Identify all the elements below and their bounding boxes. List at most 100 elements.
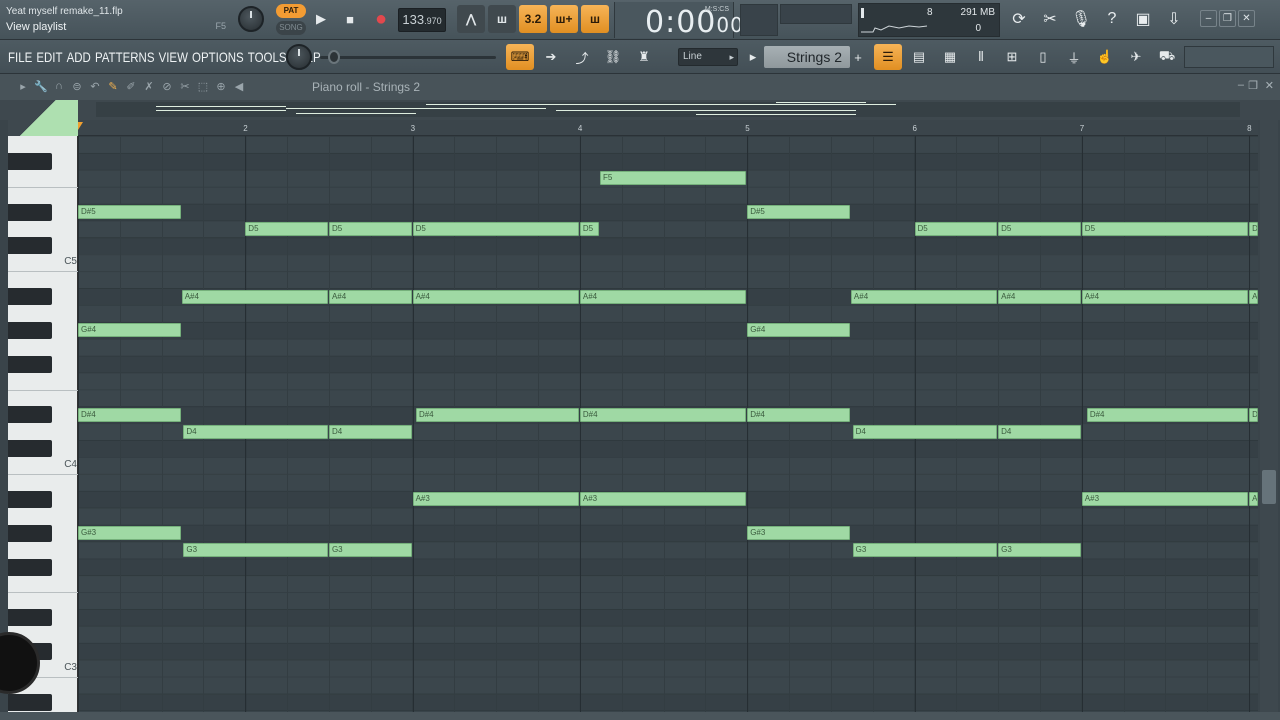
note-grid[interactable]: F5D#5D#5D5D5D5D5D5D5D5D5A#4A#4A#4A#4A#4A… (78, 136, 1258, 712)
black-key[interactable] (8, 609, 52, 627)
master-pitch-knob[interactable] (286, 44, 312, 70)
menu-item-file[interactable]: FILE (8, 49, 32, 65)
note[interactable]: D5 (998, 222, 1081, 236)
minimize-button[interactable]: – (1200, 10, 1217, 27)
note-overview[interactable] (96, 102, 1240, 117)
playhead-marker[interactable] (78, 122, 83, 130)
black-key[interactable] (8, 693, 52, 711)
record-button[interactable]: ● (368, 6, 394, 32)
menu-item-tools[interactable]: TOOLS (248, 49, 287, 65)
piano-roll-view-button[interactable]: ☰ (874, 44, 902, 70)
black-key[interactable] (8, 406, 52, 424)
position-slider-handle[interactable] (328, 50, 340, 64)
export-icon[interactable]: ⇩ (1161, 6, 1187, 32)
step-edit-button[interactable]: ш+ (550, 5, 578, 33)
time-display[interactable]: 0:0000 M:S:CS (614, 2, 743, 40)
note[interactable]: A#4 (850, 289, 998, 304)
snap-forward-button[interactable]: ➔ (537, 44, 565, 70)
black-key[interactable] (8, 558, 52, 576)
black-key[interactable] (8, 440, 52, 458)
metronome-button[interactable]: ⋀ (457, 5, 485, 33)
note[interactable]: A#4 (579, 289, 747, 304)
help-icon[interactable]: ? (1099, 6, 1125, 32)
note[interactable]: D4 (328, 424, 412, 439)
loop-record-button[interactable]: ш (581, 5, 609, 33)
pencil-icon[interactable]: ✎ (106, 80, 120, 93)
note[interactable]: D5 (412, 222, 579, 236)
note[interactable]: G#4 (78, 323, 181, 338)
pat-song-toggle[interactable]: PAT SONG (276, 4, 306, 35)
note[interactable]: A#4 (412, 289, 579, 304)
plugin-button[interactable]: ⏚ (1060, 44, 1088, 70)
vertical-scrollbar[interactable] (1260, 120, 1278, 712)
tutorial-button[interactable]: ✈ (1122, 44, 1150, 70)
wait-input-button[interactable]: ш (488, 5, 516, 33)
channel-selector[interactable]: Strings 2 (764, 46, 850, 68)
note[interactable]: A#4 (998, 289, 1081, 304)
project-button[interactable]: ▯ (1029, 44, 1057, 70)
wrench-icon[interactable]: 🔧 (34, 80, 48, 93)
cut-icon[interactable]: ✂ (1037, 6, 1063, 32)
menu-item-view[interactable]: VIEW (159, 49, 188, 65)
note[interactable]: D4 (998, 424, 1081, 439)
note[interactable]: G3 (183, 543, 328, 558)
note[interactable]: G#4 (747, 323, 850, 338)
note[interactable]: G3 (998, 543, 1081, 558)
note[interactable]: G3 (328, 543, 412, 558)
note[interactable]: D#4 (78, 407, 181, 422)
menu-item-patterns[interactable]: PATTERNS (95, 49, 155, 65)
note[interactable]: D5 (245, 222, 328, 236)
playback-icon[interactable]: ⊜ (70, 80, 84, 93)
position-slider[interactable] (320, 56, 496, 59)
pat-mode-button[interactable]: PAT (276, 4, 306, 18)
playlist-button[interactable]: ▦ (936, 44, 964, 70)
timeline-ruler[interactable]: 2 3 4 5 6 7 8 (78, 120, 1258, 136)
play-button[interactable]: ▶ (308, 6, 334, 32)
note[interactable]: D#4 (1086, 407, 1249, 422)
note[interactable]: D5 (328, 222, 412, 236)
restore-button[interactable]: ❐ (1219, 10, 1236, 27)
save-icon[interactable]: ▣ (1130, 6, 1156, 32)
note[interactable]: A#3 (579, 492, 747, 507)
note[interactable]: G3 (852, 543, 998, 558)
countdown-button[interactable]: 3.2 (519, 5, 547, 33)
channel-prev-button[interactable]: ▸ (744, 44, 762, 70)
panel-maximize-icon[interactable]: ❐ (1248, 79, 1258, 92)
black-key[interactable] (8, 288, 52, 306)
tempo-display[interactable]: 133.970 (398, 8, 446, 32)
note[interactable]: D5 (1081, 222, 1249, 236)
paint-icon[interactable]: ✐ (124, 80, 138, 93)
slide-button[interactable]: ⤴ (568, 44, 596, 70)
slice-icon[interactable]: ✂ (178, 80, 192, 93)
black-key[interactable] (8, 490, 52, 508)
close-button[interactable]: ✕ (1238, 10, 1255, 27)
note[interactable]: A#3 (1081, 492, 1249, 507)
mixer-button[interactable]: ⫴ (967, 44, 995, 70)
note[interactable]: D4 (852, 424, 998, 439)
note[interactable]: A (1249, 289, 1258, 304)
black-key[interactable] (8, 321, 52, 339)
zoom-icon[interactable]: ⊕ (214, 80, 228, 93)
song-mode-button[interactable]: SONG (276, 21, 306, 35)
vertical-scroll-thumb[interactable] (1262, 470, 1276, 504)
black-key[interactable] (8, 355, 52, 373)
stamp-button[interactable]: ♜ (630, 44, 658, 70)
undo-icon[interactable]: ↶ (88, 80, 102, 93)
channel-rack-button[interactable]: ▤ (905, 44, 933, 70)
refresh-icon[interactable]: ⟳ (1006, 6, 1032, 32)
speaker-icon[interactable]: ◀ (232, 80, 246, 93)
mute-icon[interactable]: ⊘ (160, 80, 174, 93)
note[interactable]: A#3 (412, 492, 579, 507)
menu-item-add[interactable]: ADD (67, 49, 91, 65)
note[interactable]: A#4 (181, 289, 328, 304)
panel-close-icon[interactable]: ✕ (1265, 79, 1274, 92)
black-key[interactable] (8, 152, 52, 170)
menu-item-edit[interactable]: EDIT (36, 49, 62, 65)
black-key[interactable] (8, 203, 52, 221)
stop-button[interactable]: ■ (337, 6, 363, 32)
menu-arrow-icon[interactable]: ▸ (16, 80, 30, 93)
note[interactable]: D#4 (579, 407, 747, 422)
note[interactable]: D#4 (747, 407, 850, 422)
note[interactable]: A#4 (1081, 289, 1249, 304)
piano-keyboard[interactable]: C5 C4 C3 (8, 136, 78, 712)
